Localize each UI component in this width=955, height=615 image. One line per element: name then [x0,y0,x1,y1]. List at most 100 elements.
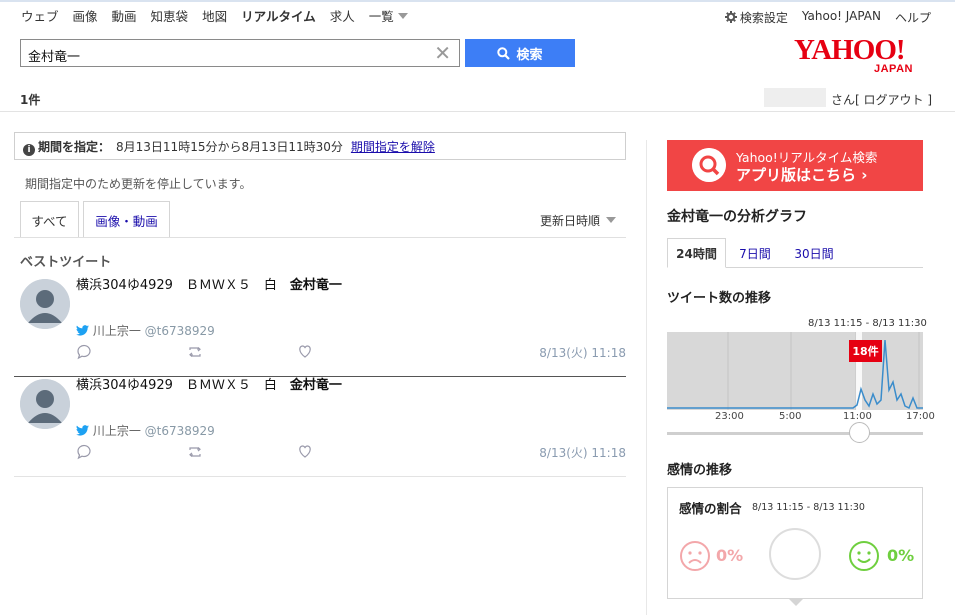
tweet-trend-graph[interactable] [667,332,923,410]
nav-more-label: 一覧 [368,9,394,24]
tweet-keyword-highlight: 金村竜一 [289,278,342,293]
tweet-timestamp[interactable]: 8/13(火) 11:18 [539,444,626,461]
tweet-text: 横浜304ゆ4929 ＢＭＷＸ５ 白 金村竜一 [76,274,342,293]
nav-web[interactable]: ウェブ [21,6,59,25]
sentiment-box-title: 感情の割合 [679,501,742,516]
column-divider [646,140,647,615]
tweet-divider [14,476,626,477]
sentiment-ring [769,528,821,580]
yahoo-logo[interactable]: YAHOO! JAPAN [792,34,932,76]
search-button[interactable]: 検索 [465,39,575,67]
twitter-bird-icon [76,325,89,336]
tweet-user-name: 川上宗一 [92,324,141,338]
avatar[interactable] [20,279,70,329]
retweet-icon[interactable] [189,447,201,457]
tweet-trend-title: ツイート数の推移 [667,291,772,306]
username-redacted [764,88,826,107]
header-divider [0,111,955,112]
search-input[interactable]: 金村竜一 ✕ [20,39,460,67]
axis-tick: 23:00 [715,411,744,422]
nav-chiebukuro[interactable]: 知恵袋 [151,6,189,25]
negative-percent: 0% [716,546,744,565]
service-nav: ウェブ 画像 動画 知恵袋 地図 リアルタイム 求人 一覧 [21,6,422,25]
yahoo-japan-link[interactable]: Yahoo! JAPAN [802,9,881,26]
svg-text:JAPAN: JAPAN [874,63,913,75]
sentiment-box: 感情の割合 8/13 11:15 - 8/13 11:30 0% 0% [667,487,923,599]
tab-media[interactable]: 画像・動画 [83,201,170,238]
tweet-keyword-highlight: 金村竜一 [289,378,342,393]
tweet-user[interactable]: 川上宗一 @t6738929 [76,422,215,439]
app-banner[interactable]: Yahoo!リアルタイム検索 アプリ版はこちら › [667,140,923,191]
axis-tick: 11:00 [843,411,872,422]
positive-face-icon [849,541,879,571]
tweet-user[interactable]: 川上宗一 @t6738929 [76,322,215,339]
result-count: 1件 [20,93,41,107]
tweet-text-body: 横浜304ゆ4929 ＢＭＷＸ５ 白 [76,378,277,393]
twitter-bird-icon [76,425,89,436]
tab-24h[interactable]: 24時間 [667,238,726,268]
tweet-user-name: 川上宗一 [92,424,141,438]
nav-video[interactable]: 動画 [112,6,137,25]
logout-link[interactable]: [ ログアウト ] [855,93,932,107]
like-icon[interactable] [299,345,311,358]
selected-count-badge: 18件 [849,340,882,362]
svg-text:YAHOO!: YAHOO! [794,34,905,66]
tweet-user-handle: @t6738929 [144,324,215,338]
nav-more[interactable]: 一覧 [369,6,408,25]
user-suffix: さん [831,93,856,107]
user-text: さん[ ログアウト ] [831,91,932,108]
analysis-title: 金村竜一の分析グラフ [667,209,807,225]
gear-icon [724,11,737,23]
sort-dropdown[interactable]: 更新日時順 [540,212,617,229]
nav-jobs[interactable]: 求人 [330,6,355,25]
tweet-item: 横浜304ゆ4929 ＢＭＷＸ５ 白 金村竜一 川上宗一 @t6738929 8… [14,371,626,477]
avatar[interactable] [20,379,70,429]
tweet-item: 横浜304ゆ4929 ＢＭＷＸ５ 白 金村竜一 川上宗一 @t6738929 8… [14,271,626,377]
period-range: 8月13日11時15分から8月13日11時30分 [116,140,343,154]
selected-range-label: 8/13 11:15 - 8/13 11:30 [808,318,927,329]
reply-icon[interactable] [77,444,91,460]
chevron-down-icon [606,217,617,223]
time-slider-track[interactable] [667,432,923,435]
axis-tick: 17:00 [906,411,935,422]
realtime-search-icon [692,148,726,182]
nav-realtime[interactable]: リアルタイム [241,6,316,25]
like-icon[interactable] [299,445,311,458]
search-settings-label: 検索設定 [739,11,788,25]
tab-all[interactable]: すべて [20,201,79,238]
sort-label: 更新日時順 [540,214,601,228]
user-bar: さん[ ログアウト ] [764,88,932,108]
negative-face-icon [680,541,710,571]
nav-map[interactable]: 地図 [202,6,227,25]
period-label: 期間を指定： [38,140,111,154]
top-links: 検索設定 Yahoo! JAPAN ヘルプ [724,9,931,26]
cancel-period-link[interactable]: 期間指定を解除 [351,140,435,154]
search-settings-link[interactable]: 検索設定 [724,9,788,26]
search-input-value: 金村竜一 [28,50,81,65]
tweet-user-handle: @t6738929 [144,424,215,438]
help-link[interactable]: ヘルプ [895,9,931,26]
top-border [0,0,955,2]
reply-icon[interactable] [77,344,91,360]
best-tweet-heading: ベストツイート [20,255,112,270]
tabs-divider [14,237,626,238]
tweet-timestamp[interactable]: 8/13(火) 11:18 [539,344,626,361]
search-icon [497,46,511,60]
retweet-icon[interactable] [189,347,201,357]
info-icon: i [23,144,35,156]
clear-icon[interactable]: ✕ [434,42,451,64]
axis-tick: 5:00 [779,411,802,422]
sentiment-range: 8/13 11:15 - 8/13 11:30 [752,502,865,513]
sentiment-trend-title: 感情の推移 [667,463,733,478]
chevron-down-icon [397,13,408,19]
positive-percent: 0% [887,546,915,565]
tweet-actions [77,444,311,460]
tab-7d[interactable]: 7日間 [730,238,780,268]
nav-images[interactable]: 画像 [73,6,98,25]
tab-30d[interactable]: 30日間 [786,238,842,268]
tweet-actions [77,344,311,360]
time-slider-handle[interactable] [849,422,870,443]
tweet-text: 横浜304ゆ4929 ＢＭＷＸ５ 白 金村竜一 [76,374,342,393]
sentiment-pointer [788,598,804,606]
search-button-label: 検索 [516,47,543,63]
